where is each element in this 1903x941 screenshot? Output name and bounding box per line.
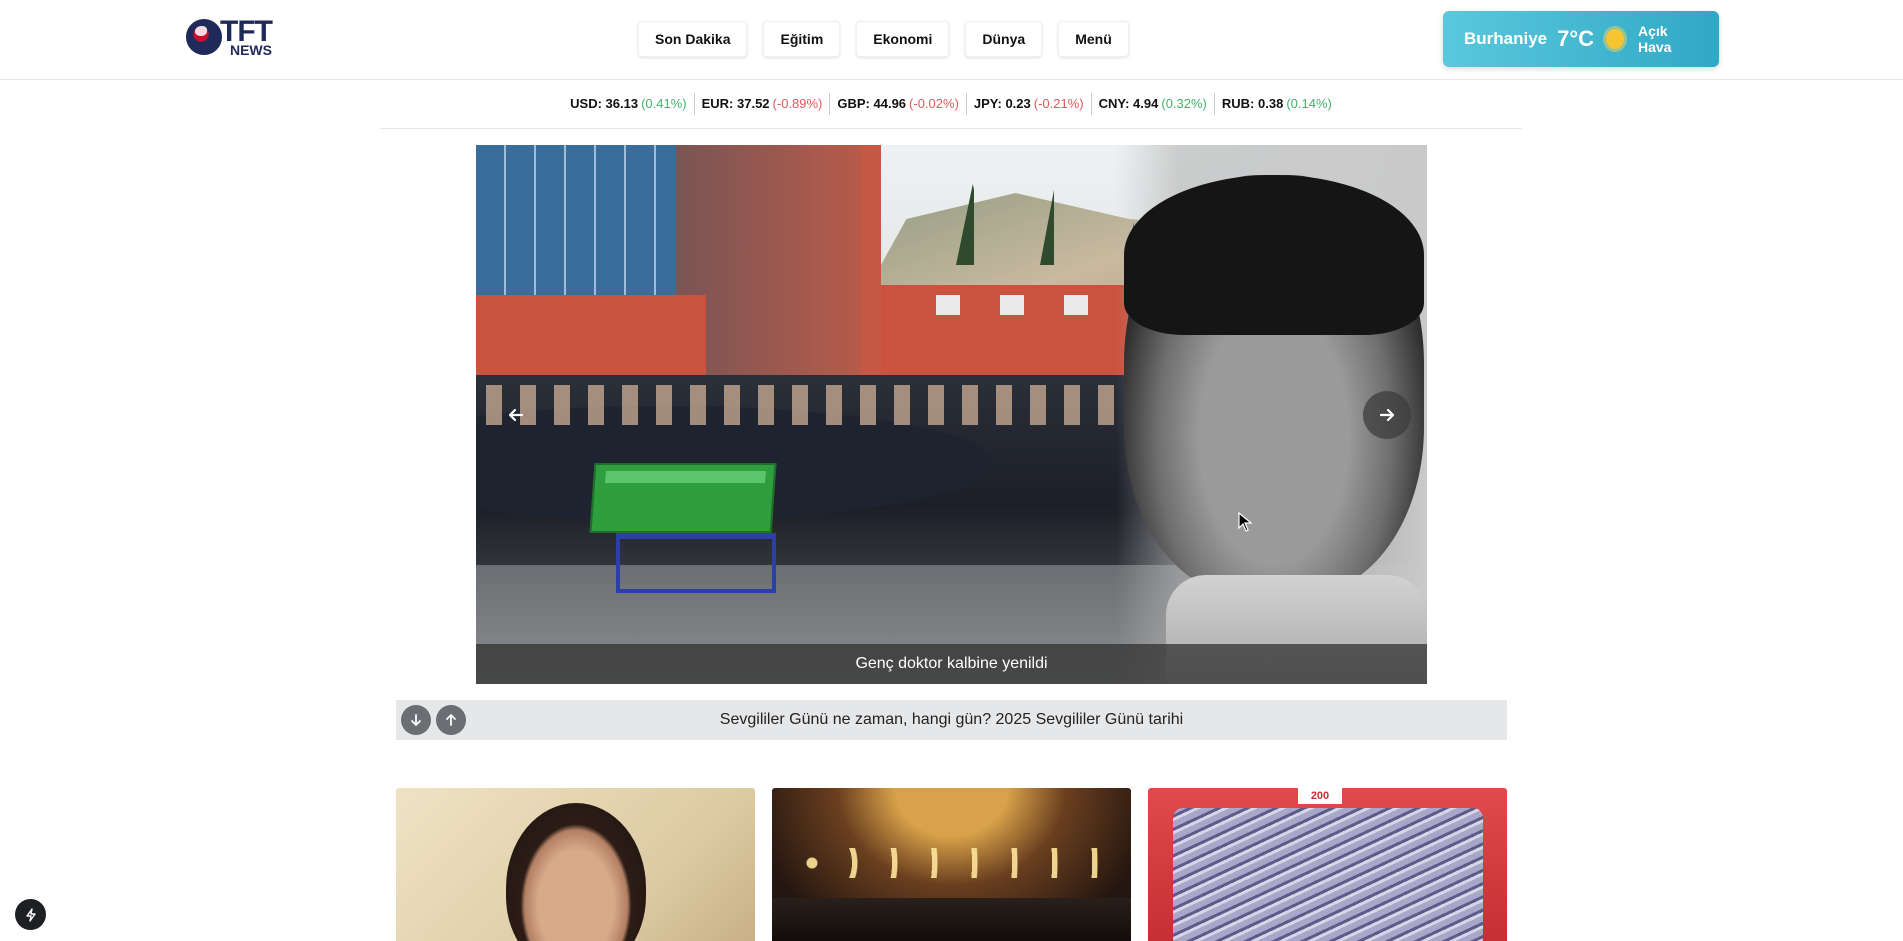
weather-temperature: 7°C — [1557, 26, 1595, 51]
arrow-right-icon — [1379, 408, 1395, 422]
sun-icon — [1606, 29, 1624, 49]
weather-city: Burhaniye — [1464, 29, 1548, 48]
main-nav: Son Dakika Eğitim Ekonomi Dünya Menü — [638, 21, 1129, 57]
price-tag: 200 — [1298, 788, 1342, 804]
weather-widget[interactable]: Burhaniye 7°C Açık Hava — [1443, 11, 1719, 67]
currency-bar: USD: 36.13 (0.41%) EUR: 37.52 (-0.89%) GBP… — [380, 80, 1522, 129]
currency-change: (0.32%) — [1161, 96, 1207, 111]
slide-image[interactable] — [476, 145, 1427, 684]
card-image — [506, 803, 646, 941]
site-logo[interactable]: TFT NEWS — [186, 14, 306, 60]
logo-wordmark: TFT NEWS — [220, 17, 273, 58]
currency-eur: EUR: 37.52 (-0.89%) — [693, 93, 830, 115]
currency-change: (-0.02%) — [909, 96, 959, 111]
news-ticker: Sevgililer Günü ne zaman, hangi gün? 202… — [396, 700, 1507, 740]
currency-change: (0.41%) — [641, 96, 687, 111]
currency-gbp: GBP: 44.96 (-0.02%) — [829, 93, 966, 115]
currency-rub: RUB: 0.38 (0.14%) — [1213, 93, 1339, 115]
card-image — [792, 848, 1112, 878]
nav-menu[interactable]: Menü — [1058, 21, 1129, 57]
slider-prev-button[interactable] — [492, 391, 540, 439]
nav-dunya[interactable]: Dünya — [965, 21, 1043, 57]
ticker-headline[interactable]: Sevgililer Günü ne zaman, hangi gün? 202… — [396, 711, 1507, 729]
slider-next-button[interactable] — [1363, 391, 1411, 439]
slide-caption[interactable]: Genç doktor kalbine yenildi — [476, 644, 1427, 684]
nav-egitim[interactable]: Eğitim — [763, 21, 841, 57]
weather-description: Açık Hava — [1637, 23, 1672, 55]
lightning-icon — [25, 907, 36, 922]
arrow-up-icon — [446, 714, 456, 726]
currency-cny: CNY: 4.94 (0.32%) — [1090, 93, 1214, 115]
arrow-left-icon — [508, 408, 524, 422]
news-card[interactable] — [772, 788, 1131, 941]
mouse-cursor-icon — [1238, 512, 1252, 532]
news-card[interactable] — [396, 788, 755, 941]
currency-change: (-0.89%) — [772, 96, 823, 111]
headline-slider[interactable]: Genç doktor kalbine yenildi — [476, 145, 1427, 684]
currency-change: (0.14%) — [1286, 96, 1332, 111]
nav-ekonomi[interactable]: Ekonomi — [856, 21, 950, 57]
site-header: TFT NEWS Son Dakika Eğitim Ekonomi Dünya… — [0, 0, 1903, 80]
card-image — [1173, 808, 1483, 941]
quick-action-button[interactable] — [15, 899, 46, 930]
logo-globe-icon — [186, 19, 222, 55]
currency-change: (-0.21%) — [1033, 96, 1084, 111]
arrow-down-icon — [411, 714, 421, 726]
ticker-down-button[interactable] — [401, 705, 431, 735]
news-card[interactable]: 200 — [1148, 788, 1507, 941]
currency-jpy: JPY: 0.23 (-0.21%) — [965, 93, 1091, 115]
logo-news: NEWS — [229, 42, 272, 58]
ticker-up-button[interactable] — [436, 705, 466, 735]
nav-son-dakika[interactable]: Son Dakika — [638, 21, 748, 57]
currency-usd: USD: 36.13 (0.41%) — [570, 96, 687, 111]
